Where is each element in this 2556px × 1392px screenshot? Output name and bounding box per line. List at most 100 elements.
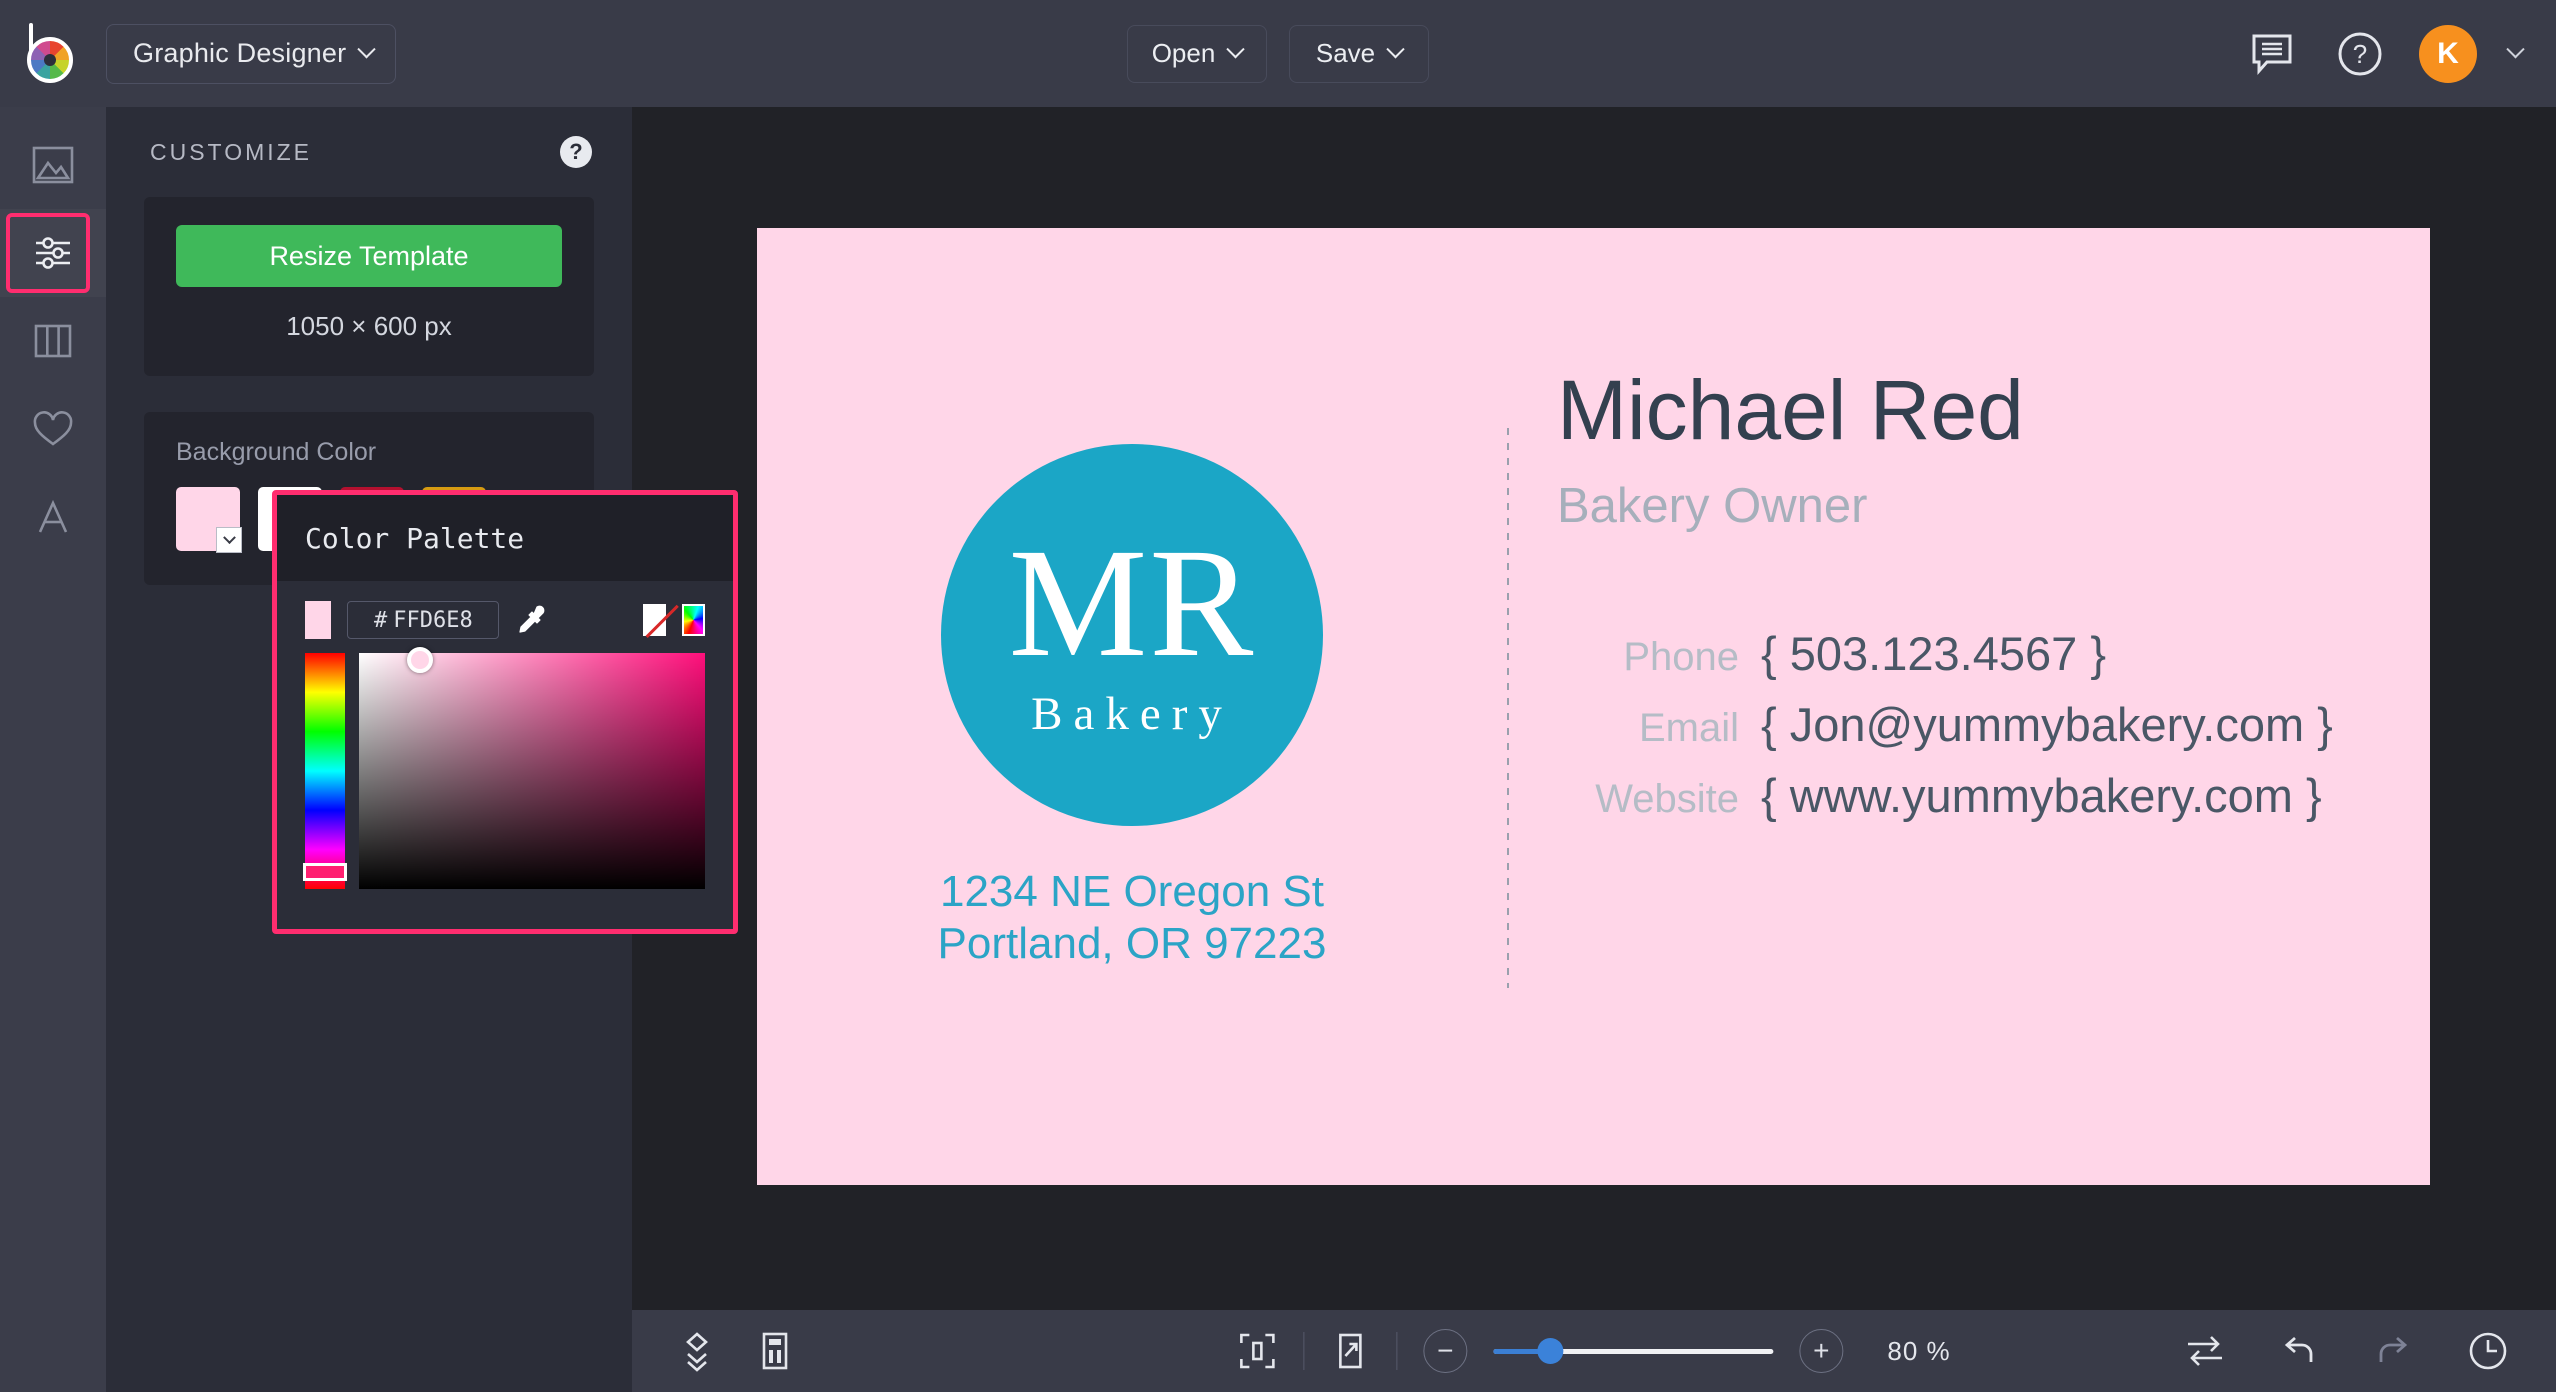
contact-row-website[interactable]: Website { www.yummybakery.com } [1557,768,2390,823]
fit-to-screen-button[interactable] [1237,1331,1277,1371]
sliders-icon [36,237,70,269]
page-title: CUSTOMIZE [150,138,313,165]
save-button-label: Save [1315,38,1376,68]
bakery-logo-badge[interactable]: MR Bakery [941,443,1323,826]
befunky-logo-icon [24,22,82,85]
contact-value-email: { Jon@yummybakery.com } [1761,698,2333,751]
card-person-name[interactable]: Michael Red [1557,368,2390,452]
zoom-slider[interactable] [1493,1329,1774,1373]
compare-swap-icon [2188,1336,2222,1366]
contact-row-phone[interactable]: Phone { 503.123.4567 } [1557,626,2390,681]
color-wheel-button[interactable] [681,604,705,636]
zoom-slider-handle[interactable] [1537,1338,1564,1364]
app-logo[interactable] [0,0,106,107]
hex-input[interactable]: # FFD6E8 [347,601,500,639]
question-circle-icon: ? [2338,32,2382,75]
hex-prefix: # [374,607,388,633]
tool-selector-dropdown[interactable]: Graphic Designer [106,23,397,84]
feedback-button[interactable] [2247,27,2301,81]
history-button[interactable] [2466,1329,2510,1373]
card-address[interactable]: 1234 NE Oregon St Portland, OR 97223 [938,866,1327,970]
history-clock-icon [2469,1332,2507,1370]
card-right-column: Michael Red Bakery Owner Phone { 503.123… [1557,368,2390,839]
open-button-label: Open [1151,38,1216,68]
save-button[interactable]: Save [1289,24,1429,83]
logo-initials: MR [1008,515,1256,689]
eyedropper-button[interactable] [515,603,549,637]
top-right-actions: ? K [2247,0,2525,107]
canvas-area: MR Bakery 1234 NE Oregon St Portland, OR… [632,107,2556,1310]
chevron-down-icon[interactable] [2506,40,2525,59]
avatar-initial: K [2437,36,2459,70]
color-palette-body: # FFD6E8 [277,581,733,913]
zoom-in-button[interactable]: + [1799,1329,1844,1373]
hue-slider[interactable] [303,653,347,889]
undo-icon [2284,1336,2313,1362]
chevron-down-icon [222,530,236,544]
resize-template-button[interactable]: Resize Template [176,225,562,287]
heart-icon [33,411,73,446]
swatch-dropdown-badge[interactable] [216,527,242,553]
speech-bubble-icon [2252,34,2292,75]
bottom-right-tools [2184,1329,2510,1373]
bottom-bar: − + 80 % [632,1310,2556,1392]
open-button[interactable]: Open [1127,24,1267,83]
contact-label-email: Email [1638,706,1739,750]
icon-rail [0,107,106,1392]
contact-row-email[interactable]: Email { Jon@yummybakery.com } [1557,697,2390,752]
sidebar-item-customize[interactable] [0,209,106,297]
redo-button[interactable] [2372,1333,2414,1369]
card-contacts: Phone { 503.123.4567 } Email { Jon@yummy… [1557,626,2390,823]
panel-help-icon[interactable]: ? [560,136,592,168]
contact-value-phone: { 503.123.4567 } [1761,627,2107,680]
top-center-actions: Open Save [1127,24,1429,83]
fit-to-screen-icon [1240,1333,1275,1369]
background-color-label: Background Color [176,438,377,466]
card-left-column: MR Bakery 1234 NE Oregon St Portland, OR… [757,228,1507,1185]
panel-layout-button[interactable] [754,1330,796,1372]
toolbar-divider [1396,1332,1398,1370]
swatch-pink[interactable] [176,487,242,553]
color-palette-header: Color Palette [277,495,733,581]
redo-icon [2379,1336,2408,1362]
logo-subtitle: Bakery [1031,687,1233,740]
contact-value-website: { www.yummybakery.com } [1761,769,2322,822]
zoom-out-button[interactable]: − [1423,1329,1468,1373]
sidebar-item-image[interactable] [0,121,106,209]
hue-slider-handle[interactable] [303,863,347,881]
template-dimensions: 1050 × 600 px [286,311,452,341]
expand-arrow-icon [1339,1333,1362,1369]
dashed-divider [1507,428,1509,988]
resize-section: Resize Template 1050 × 600 px [144,197,594,376]
saturation-value-handle[interactable] [407,647,433,673]
help-button[interactable]: ? [2333,27,2387,81]
selected-color-preview [305,601,332,639]
contact-label-website: Website [1595,777,1739,821]
sidebar-item-templates[interactable] [0,297,106,385]
contact-label-phone: Phone [1623,635,1739,679]
expand-button[interactable] [1330,1331,1370,1371]
sidebar-item-text[interactable] [0,473,106,561]
image-icon [32,146,74,184]
chevron-down-icon [357,40,376,59]
panel-header: CUSTOMIZE ? [106,107,632,197]
card-person-role[interactable]: Bakery Owner [1557,478,2390,534]
toolbar-divider [1303,1332,1305,1370]
compare-button[interactable] [2184,1333,2226,1369]
avatar[interactable]: K [2419,24,2477,83]
layers-icon [686,1332,708,1372]
design-card[interactable]: MR Bakery 1234 NE Oregon St Portland, OR… [757,228,2430,1185]
svg-text:?: ? [2353,39,2367,69]
top-bar: Graphic Designer Open Save ? K [0,0,2556,107]
tool-selector-label: Graphic Designer [133,38,347,68]
app-root: Graphic Designer Open Save ? K CUSTOMIZE… [0,0,2556,1392]
undo-button[interactable] [2278,1333,2320,1369]
address-line-1: 1234 NE Oregon St [939,866,1324,916]
no-color-button[interactable] [643,604,666,636]
sidebar-item-favorites[interactable] [0,385,106,473]
color-picker-area [303,647,705,889]
saturation-value-area[interactable] [359,647,705,889]
layers-button[interactable] [676,1330,718,1372]
zoom-level-value: 80 % [1887,1335,1951,1366]
eyedropper-icon [519,605,545,633]
